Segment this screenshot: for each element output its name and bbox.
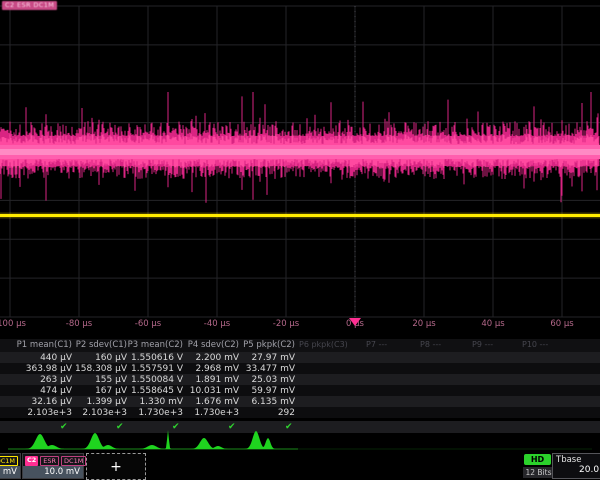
measure-param-header-inactive[interactable]: P7 --- [366, 340, 387, 349]
measure-stats-row: 32.16 µV 1.399 µV 1.330 mV 1.676 mV 6.135 mV [0, 396, 600, 407]
time-axis: -100 µs-80 µs-60 µs-40 µs-20 µs0 µs20 µs… [0, 319, 600, 333]
measure-stats-row: 440 µV 160 µV 1.550616 V 2.200 mV 27.97 mV [0, 352, 600, 363]
measure-param-header[interactable]: P1 mean(C1) [17, 340, 72, 350]
measure-param-header-inactive[interactable]: P6 pkpk(C3) [299, 340, 348, 349]
measure-param-header[interactable]: P3 mean(C2) [128, 340, 183, 350]
measure-value: 474 µV [40, 386, 72, 396]
measure-param-header[interactable]: P4 sdev(C2) [188, 340, 239, 350]
hd-mode-badge[interactable]: HD [524, 454, 551, 465]
c2-channel-badge: C2 [25, 456, 38, 466]
hd-bits-label: 12 Bits [523, 467, 554, 478]
measure-value: 1.891 mV [195, 375, 239, 385]
trace-annotation-label: C2 ESR DC1M [2, 1, 57, 10]
measure-stats-row: 2.103e+3 2.103e+3 1.730e+3 1.730e+3 292 [0, 407, 600, 418]
timebase-scale-value: 20.0 µs/div [553, 465, 600, 475]
time-tick-label: -100 µs [0, 319, 26, 329]
time-tick-label: -60 µs [135, 319, 161, 329]
time-tick-label: -40 µs [204, 319, 230, 329]
measure-value: 440 µV [40, 353, 72, 363]
c2-esr-badge: ESR [40, 456, 59, 466]
measure-value: 160 µV [95, 353, 127, 363]
measure-value: 6.135 mV [251, 397, 295, 407]
timebase-label: Tbase [553, 454, 600, 465]
measure-value: 1.550084 V [131, 375, 183, 385]
time-tick-label: -20 µs [273, 319, 299, 329]
measure-value: 2.968 mV [195, 364, 239, 374]
measure-value: 10.031 mV [190, 386, 239, 396]
measure-value: 2.103e+3 [27, 408, 72, 418]
measure-value: 1.676 mV [195, 397, 239, 407]
oscilloscope-screen: C2 ESR DC1M -100 µs -80 µs -60 µs -40 µs -20… [0, 0, 600, 480]
waveform-grid [0, 0, 600, 335]
measure-value: 1.730e+3 [194, 408, 239, 418]
time-tick-label: -80 µs [66, 319, 92, 329]
channel-descriptor-c2[interactable]: C2 ESR DC1M 10.0 mV [22, 453, 84, 479]
channel-descriptor-c1[interactable]: DC1M 10.0 mV [0, 453, 21, 479]
measure-value: 155 µV [95, 375, 127, 385]
measurement-table: P1 mean(C1) P2 sdev(C1)P3 mean(C2) P4 sdev… [0, 339, 600, 433]
measure-stats-row: 263 µV 155 µV 1.550084 V 1.891 mV 25.03 mV [0, 374, 600, 385]
measure-value: 1.557591 V [131, 364, 183, 374]
measure-value: 1.399 µV [86, 397, 127, 407]
measure-value: 27.97 mV [251, 353, 295, 363]
c1-coupling-badge: DC1M [0, 456, 18, 466]
measure-value: 2.103e+3 [82, 408, 127, 418]
c2-scale-value: 10.0 mV [23, 466, 83, 478]
measure-stats-row: 474 µV 167 µV 1.558645 V 10.031 mV 59.97 mV [0, 385, 600, 396]
measure-stats-row: 363.98 µV158.308 µV 1.557591 V 2.968 mV 33.… [0, 363, 600, 374]
trigger-position-marker[interactable] [349, 318, 361, 326]
measure-value: 25.03 mV [251, 375, 295, 385]
timebase-descriptor[interactable]: Tbase 20.0 µs/div [552, 453, 600, 479]
time-tick-label: 40 µs [481, 319, 504, 329]
measure-value: 1.550616 V [131, 353, 183, 363]
measure-param-header-inactive[interactable]: P8 --- [420, 340, 441, 349]
measure-value: 1.730e+3 [138, 408, 183, 418]
measure-param-header-inactive[interactable]: P9 --- [472, 340, 493, 349]
measure-param-header[interactable]: P2 sdev(C1) [76, 340, 127, 350]
c2-coupling-badge: DC1M [61, 456, 86, 466]
measure-value: 2.200 mV [195, 353, 239, 363]
measure-param-header[interactable]: P5 pkpk(C2) [243, 340, 295, 350]
measure-param-header-inactive[interactable]: P10 --- [522, 340, 548, 349]
measure-value: 363.98 µV [26, 364, 72, 374]
measure-value: 167 µV [95, 386, 127, 396]
c1-scale-value: 10.0 mV [0, 466, 20, 478]
time-tick-label: 20 µs [412, 319, 435, 329]
measure-value: 292 [278, 408, 295, 418]
measure-value: 1.330 mV [139, 397, 183, 407]
measure-value: 158.308 µV [75, 364, 127, 374]
measure-value: 1.558645 V [131, 386, 183, 396]
time-tick-label: 60 µs [550, 319, 573, 329]
add-trace-button[interactable]: + [86, 453, 146, 480]
measure-value: 32.16 µV [31, 397, 72, 407]
measurement-histicons[interactable] [0, 430, 600, 454]
measure-value: 59.97 mV [251, 386, 295, 396]
measure-value: 263 µV [40, 375, 72, 385]
measure-value: 33.477 mV [246, 364, 295, 374]
